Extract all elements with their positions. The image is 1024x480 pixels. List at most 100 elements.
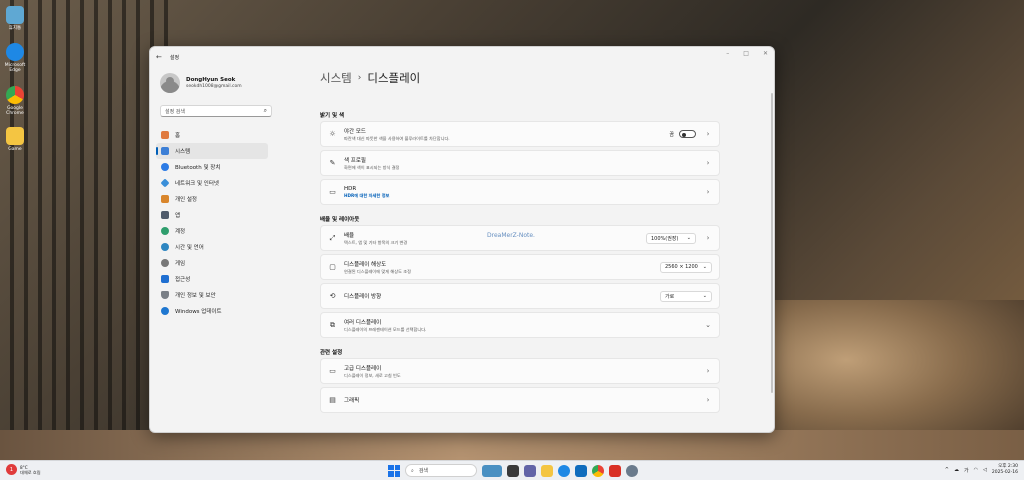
settings-search-input[interactable]: 설정 검색 ⌕: [160, 105, 272, 117]
scale-dropdown[interactable]: 100%(권장) ⌄: [646, 232, 696, 244]
sidebar-nav: 홈 시스템 Bluetooth 및 장치 네트워크 및 인터넷 개인 설정 앱 …: [156, 127, 272, 319]
explorer-icon[interactable]: [541, 464, 553, 477]
sidebar-item-accounts[interactable]: 계정: [156, 223, 268, 239]
sidebar-item-time-language[interactable]: 시간 및 언어: [156, 239, 268, 255]
breadcrumb-parent[interactable]: 시스템: [320, 70, 352, 86]
advanced-display-card[interactable]: ▭ 고급 디스플레이 디스플레이 정보, 새로 고침 빈도 ›: [320, 358, 720, 384]
brush-icon: [161, 195, 169, 203]
chrome-icon[interactable]: [592, 464, 604, 477]
clock[interactable]: 오후 2:30 2025-02-16: [992, 464, 1018, 476]
wifi-icon[interactable]: ◠: [974, 467, 978, 473]
sidebar-item-label: 접근성: [175, 277, 191, 283]
chevron-down-icon: ⌄: [702, 264, 707, 270]
chevron-down-icon: ⌄: [705, 321, 711, 329]
orientation-card[interactable]: ⟲ 디스플레이 방향 가로 ⌄: [320, 283, 720, 309]
sidebar-item-label: 앱: [175, 213, 181, 219]
card-title: 디스플레이 해상도: [344, 261, 387, 268]
store-icon[interactable]: [575, 464, 587, 477]
graphics-card[interactable]: ▤ 그래픽 ›: [320, 387, 720, 413]
sidebar-item-system[interactable]: 시스템: [156, 143, 268, 159]
sidebar-item-windows-update[interactable]: Windows 업데이트: [156, 303, 268, 319]
update-icon: [161, 307, 169, 315]
account-icon: [161, 227, 169, 235]
scrollbar[interactable]: [771, 93, 773, 393]
breadcrumb-separator: ›: [357, 73, 362, 83]
weather-badge: 1: [6, 464, 17, 475]
card-title: 야간 모드: [344, 128, 366, 135]
sidebar-item-accessibility[interactable]: 접근성: [156, 271, 268, 287]
graphics-icon: ▤: [329, 396, 336, 404]
bluetooth-icon: [161, 163, 169, 171]
orientation-dropdown[interactable]: 가로 ⌄: [660, 290, 712, 302]
tray-overflow-chevron[interactable]: ^: [945, 467, 949, 473]
chevron-right-icon: ›: [706, 234, 710, 242]
close-button[interactable]: ✕: [763, 50, 768, 57]
sidebar-item-label: 게임: [175, 261, 186, 267]
settings-gear-icon[interactable]: [626, 464, 638, 477]
dropdown-value: 2560 × 1200: [665, 264, 698, 270]
desktop-icon-chrome[interactable]: Google Chrome: [2, 86, 28, 116]
sidebar-item-network[interactable]: 네트워크 및 인터넷: [156, 175, 268, 191]
desktop-icon-label: 휴지통: [8, 26, 22, 31]
chevron-down-icon: ⌄: [686, 235, 691, 241]
multiple-displays-card[interactable]: ⧉ 여러 디스플레이 디스플레이의 프레젠테이션 모드를 선택합니다. ⌄: [320, 312, 720, 338]
dropdown-value: 100%(권장): [651, 235, 679, 242]
start-button[interactable]: [388, 464, 400, 477]
desktop-icon-recycle-bin[interactable]: 휴지통: [2, 6, 28, 31]
card-subtitle: 연결된 디스플레이에 맞게 해상도 조정: [344, 268, 411, 274]
desktop-icon-game-folder[interactable]: Game: [2, 127, 28, 152]
task-view-icon[interactable]: [507, 464, 519, 477]
search-icon: ⌕: [263, 107, 267, 114]
desktop-icon-label: Game: [8, 147, 22, 152]
title-bar[interactable]: ← 설정: [150, 47, 774, 67]
chat-icon[interactable]: [524, 464, 536, 477]
sidebar-item-gaming[interactable]: 게임: [156, 255, 268, 271]
card-title: 여러 디스플레이: [344, 319, 382, 326]
night-light-toggle[interactable]: 끔: [669, 130, 696, 138]
sidebar-item-bluetooth[interactable]: Bluetooth 및 장치: [156, 159, 268, 175]
user-profile[interactable]: DongHyun Seok seokdh1008@gmail.com: [160, 73, 272, 93]
resolution-card[interactable]: ▢ 디스플레이 해상도 연결된 디스플레이에 맞게 해상도 조정 2560 × …: [320, 254, 720, 280]
ime-indicator[interactable]: 가: [964, 467, 969, 474]
card-subtitle: 디스플레이 정보, 새로 고침 빈도: [344, 372, 401, 378]
sidebar-item-label: 시간 및 언어: [175, 245, 204, 251]
card-subtitle: 텍스트, 앱 및 기타 항목의 크기 변경: [344, 239, 408, 245]
taskbar-search[interactable]: ⌕ 검색: [405, 464, 477, 477]
sidebar-item-apps[interactable]: 앱: [156, 207, 268, 223]
sidebar: DongHyun Seok seokdh1008@gmail.com 설정 검색…: [150, 67, 272, 432]
edge-icon[interactable]: [558, 464, 570, 477]
sidebar-item-label: 개인 설정: [175, 197, 197, 203]
card-title: 그래픽: [344, 398, 360, 404]
settings-window: ← 설정 – □ ✕ DongHyun Seok seokdh1008@gmai…: [149, 46, 775, 433]
scale-icon: ⤢: [329, 233, 336, 242]
back-arrow-icon[interactable]: ←: [156, 53, 162, 61]
cloud-icon[interactable]: ☁: [954, 467, 959, 473]
toggle-switch[interactable]: [679, 130, 696, 138]
minimize-button[interactable]: –: [726, 50, 729, 57]
recycle-bin-icon: [6, 6, 24, 24]
fish-widget-icon[interactable]: [482, 464, 502, 477]
desktop-icon-edge[interactable]: Microsoft Edge: [2, 43, 28, 73]
sidebar-item-personalization[interactable]: 개인 설정: [156, 191, 268, 207]
main-content: 시스템 › 디스플레이 밝기 및 색 ☼ 야간 모드 파란색 대신 따뜻한 색을…: [320, 67, 730, 432]
weather-widget[interactable]: 1 8°C 대체로 흐림: [6, 464, 41, 475]
scale-card[interactable]: ⤢ 배율 텍스트, 앱 및 기타 항목의 크기 변경 100%(권장) ⌄ › …: [320, 225, 720, 251]
sidebar-item-home[interactable]: 홈: [156, 127, 268, 143]
resolution-dropdown[interactable]: 2560 × 1200 ⌄: [660, 261, 712, 273]
hdr-card[interactable]: ▭ HDR HDR에 대한 자세한 정보 ›: [320, 179, 720, 205]
volume-icon[interactable]: ◁: [983, 467, 987, 473]
wallpaper-log: [770, 300, 1024, 450]
pdf-icon[interactable]: [609, 464, 621, 477]
card-title: 디스플레이 방향: [344, 294, 382, 300]
color-profile-card[interactable]: ✎ 색 프로필 화면에 색이 표시되는 방식 결정 ›: [320, 150, 720, 176]
system-icon: [161, 147, 169, 155]
hdr-info-link[interactable]: HDR에 대한 자세한 정보: [344, 193, 704, 199]
network-icon: [160, 178, 170, 188]
toggle-state-label: 끔: [669, 131, 674, 138]
night-light-card[interactable]: ☼ 야간 모드 파란색 대신 따뜻한 색을 사용하여 블루라이트를 차단합니다.…: [320, 121, 720, 147]
breadcrumb: 시스템 › 디스플레이: [320, 68, 730, 88]
maximize-button[interactable]: □: [743, 50, 749, 57]
sidebar-item-privacy[interactable]: 개인 정보 및 보안: [156, 287, 268, 303]
user-email: seokdh1008@gmail.com: [186, 84, 242, 89]
apps-icon: [161, 211, 169, 219]
